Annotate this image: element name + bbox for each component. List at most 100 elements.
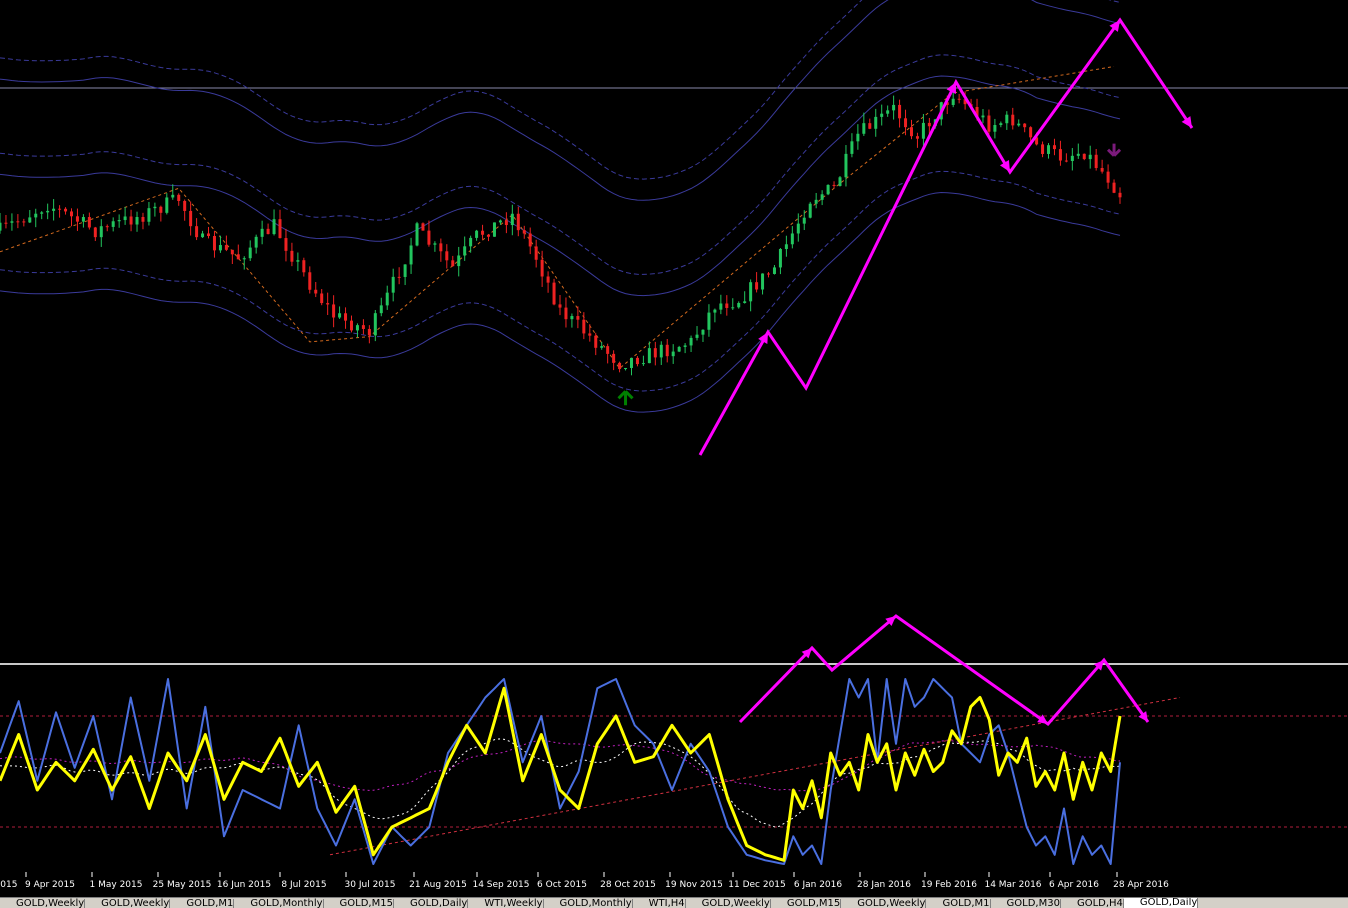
candle-body [463,246,467,256]
candle-body [1041,144,1045,154]
candle-body [1023,123,1027,128]
candle-body [409,245,413,265]
candle-body [81,217,85,222]
candle-body [921,122,925,139]
candle-body [707,312,711,330]
x-tick-label: 28 Apr 2016 [1113,880,1169,890]
candle-body [105,226,109,228]
chart-tab-bar: GOLD,Weekly GOLD,Weekly GOLD,M1 GOLD,Monthl… [0,897,1348,908]
candle-body [183,200,187,211]
candle-body [487,234,491,237]
candle-body [284,238,288,251]
candle-body [201,233,205,238]
candle-body [695,334,699,338]
candle-body [397,276,401,278]
candle-body [498,220,502,223]
candle-body [87,217,91,228]
candle-body [212,235,216,251]
candle-body [862,123,866,134]
candle-body [594,335,598,348]
candle-body [737,302,741,308]
candle-body [689,337,693,346]
candle-body [266,228,270,235]
x-axis: 2015 9 Apr 2015 1 May 2015 25 May 2015 16 Ju… [0,872,1169,890]
candle-body [314,289,318,294]
candle-body [332,304,336,318]
chart-area[interactable]: 2015 9 Apr 2015 1 May 2015 25 May 2015 16 Ju… [0,0,1348,907]
candle-body [683,345,687,347]
x-tick-label: 6 Oct 2015 [537,880,587,890]
candle-body [546,276,550,283]
candle-body [719,303,723,310]
candle-body [344,313,348,321]
candle-body [1017,123,1021,126]
candle-body [469,237,473,247]
candle-body [141,217,145,222]
candle-body [147,208,151,222]
x-tick-label: 19 Feb 2016 [921,880,977,890]
candle-body [207,233,211,236]
candle-body [248,247,252,259]
candle-body [1047,145,1051,154]
x-tick-label: 25 May 2015 [153,880,212,890]
candle-body [189,210,193,227]
price-panel[interactable] [0,0,1348,665]
candle-body [177,194,181,201]
candle-body [522,230,526,234]
candle-body [784,244,788,250]
buy-arrow-icon [617,390,634,406]
candle-body [361,325,365,329]
candle-body [385,292,389,306]
candle-body [117,220,121,222]
x-tick-label: 14 Sep 2015 [472,880,529,890]
x-tick-label: 6 Apr 2016 [1049,880,1099,890]
candle-body [10,221,14,223]
candle-body [641,363,645,365]
panel-separator [0,663,1348,665]
candle-body [856,133,860,142]
x-tick-label: 21 Aug 2015 [409,880,467,890]
candle-body [22,221,26,223]
candle-body [1058,149,1062,161]
x-tick-label: 6 Jan 2016 [794,880,842,890]
candle-body [355,325,359,331]
x-tick-label: 28 Oct 2015 [600,880,656,890]
candle-body [564,307,568,320]
sell-arrow-icon [1106,143,1122,157]
candle-body [1112,182,1116,193]
candle-body [40,212,44,214]
chart-tab[interactable]: GOLD,Daily [1123,898,1199,908]
candle-body [28,217,32,223]
candle-body [516,213,520,231]
candle-body [481,230,485,235]
candle-body [475,230,479,238]
candle-body [915,136,919,139]
oscillator-signal-magenta [0,739,1121,792]
candle-body [957,98,961,100]
candle-body [510,213,514,226]
oscillator-panel[interactable] [0,614,1348,865]
candle-body [338,313,342,318]
x-tick-label: 8 Jul 2015 [281,880,326,890]
candle-body [743,301,747,303]
candle-body [242,258,246,260]
candle-body [379,305,383,314]
candle-body [713,309,717,313]
candle-body [814,199,818,204]
candle-body [278,219,282,239]
candle-body [260,228,264,237]
candle-body [272,219,276,235]
candle-body [540,259,544,277]
candle-body [433,243,437,245]
oscillator-series-yellow [0,686,1122,862]
candle-body [1064,160,1068,162]
candle-body [1088,154,1092,160]
candle-body [886,110,890,114]
candle-body [445,251,449,261]
candle-body [618,362,622,370]
candle-body [1082,153,1086,160]
candle-body [421,223,425,231]
candle-body [0,222,2,231]
candle-body [701,329,705,335]
candle-body [290,250,294,262]
